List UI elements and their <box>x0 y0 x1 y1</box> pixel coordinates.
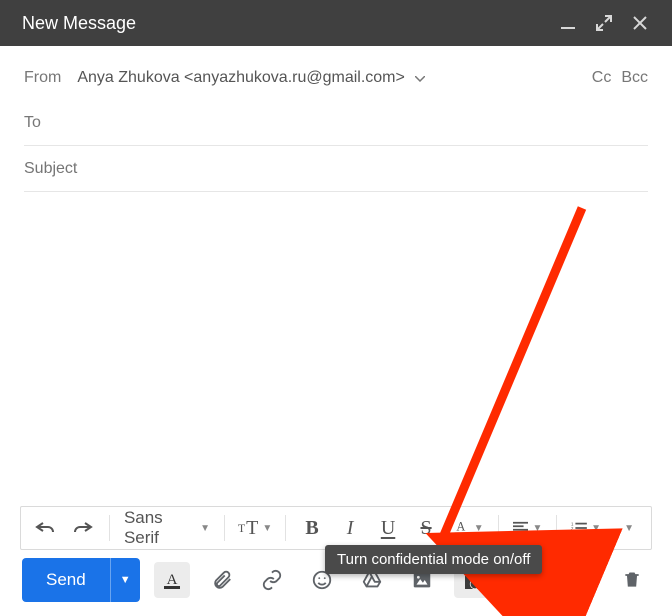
svg-text:A: A <box>456 520 465 534</box>
align-button[interactable]: ▼ <box>509 511 547 545</box>
chevron-down-icon[interactable] <box>415 69 425 87</box>
titlebar: New Message <box>0 0 672 46</box>
strike-button[interactable]: S <box>410 511 442 545</box>
link-icon[interactable] <box>254 562 290 598</box>
minimize-icon[interactable] <box>554 9 582 37</box>
underline-button[interactable]: U <box>372 511 404 545</box>
font-family-label: Sans Serif <box>124 508 196 548</box>
chevron-down-icon: ▼ <box>474 523 484 534</box>
window-title: New Message <box>22 13 546 34</box>
tooltip: Turn confidential mode on/off <box>325 545 542 574</box>
more-options-icon[interactable] <box>564 562 600 598</box>
more-format-button[interactable]: ▼ <box>611 511 643 545</box>
chevron-down-icon: ▼ <box>262 523 272 534</box>
text-color-button[interactable]: A ▼ <box>448 511 488 545</box>
chevron-down-icon: ▼ <box>532 523 542 534</box>
to-label: To <box>24 114 41 132</box>
close-icon[interactable] <box>626 9 654 37</box>
subject-row[interactable] <box>24 146 648 192</box>
message-body[interactable] <box>0 192 672 506</box>
italic-button[interactable]: I <box>334 511 366 545</box>
font-family-select[interactable]: Sans Serif ▼ <box>120 511 214 545</box>
expand-icon[interactable] <box>590 9 618 37</box>
chevron-down-icon: ▼ <box>591 523 601 534</box>
from-label: From <box>24 69 61 87</box>
list-button[interactable]: 123 ▼ <box>567 511 605 545</box>
format-toolbar: Sans Serif ▼ TT ▼ B I U S A ▼ ▼ 123 ▼ ▼ … <box>20 506 652 550</box>
from-value[interactable]: Anya Zhukova <anyazhukova.ru@gmail.com> <box>77 69 405 87</box>
to-input[interactable] <box>57 114 648 132</box>
text-format-toggle[interactable]: A <box>154 562 190 598</box>
undo-icon[interactable] <box>29 511 61 545</box>
headers: From Anya Zhukova <anyazhukova.ru@gmail.… <box>0 46 672 192</box>
svg-text:3: 3 <box>571 530 574 535</box>
font-size-button[interactable]: TT ▼ <box>235 511 275 545</box>
cc-button[interactable]: Cc <box>592 69 612 87</box>
bold-button[interactable]: B <box>296 511 328 545</box>
from-row: From Anya Zhukova <anyazhukova.ru@gmail.… <box>24 56 648 100</box>
attach-icon[interactable] <box>204 562 240 598</box>
to-row[interactable]: To <box>24 100 648 146</box>
trash-icon[interactable] <box>614 562 650 598</box>
send-group: Send ▼ <box>22 558 140 602</box>
send-more-button[interactable]: ▼ <box>110 558 140 602</box>
chevron-down-icon: ▼ <box>200 523 210 534</box>
subject-input[interactable] <box>24 160 648 178</box>
svg-text:A: A <box>166 572 177 588</box>
send-button[interactable]: Send <box>22 558 110 602</box>
bcc-button[interactable]: Bcc <box>621 69 648 87</box>
redo-icon[interactable] <box>67 511 99 545</box>
